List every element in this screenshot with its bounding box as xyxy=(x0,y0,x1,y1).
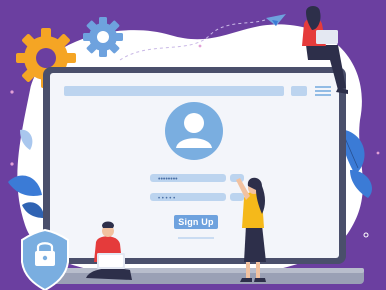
gear-icon-blue xyxy=(83,17,123,57)
password-mask: •••••••• xyxy=(158,176,178,183)
signup-button[interactable] xyxy=(174,215,218,229)
user-avatar-icon xyxy=(165,102,223,160)
monitor-screen xyxy=(50,73,339,258)
signup-illustration: •••••••• • • • • • Sign Up xyxy=(0,0,386,290)
url-bar[interactable] xyxy=(64,86,284,96)
toolbar-button[interactable] xyxy=(291,86,307,96)
illustration-canvas: •••••••• • • • • • xyxy=(0,0,386,290)
confirm-field-toggle[interactable] xyxy=(230,193,244,201)
confirm-mask: • • • • • xyxy=(158,196,175,202)
